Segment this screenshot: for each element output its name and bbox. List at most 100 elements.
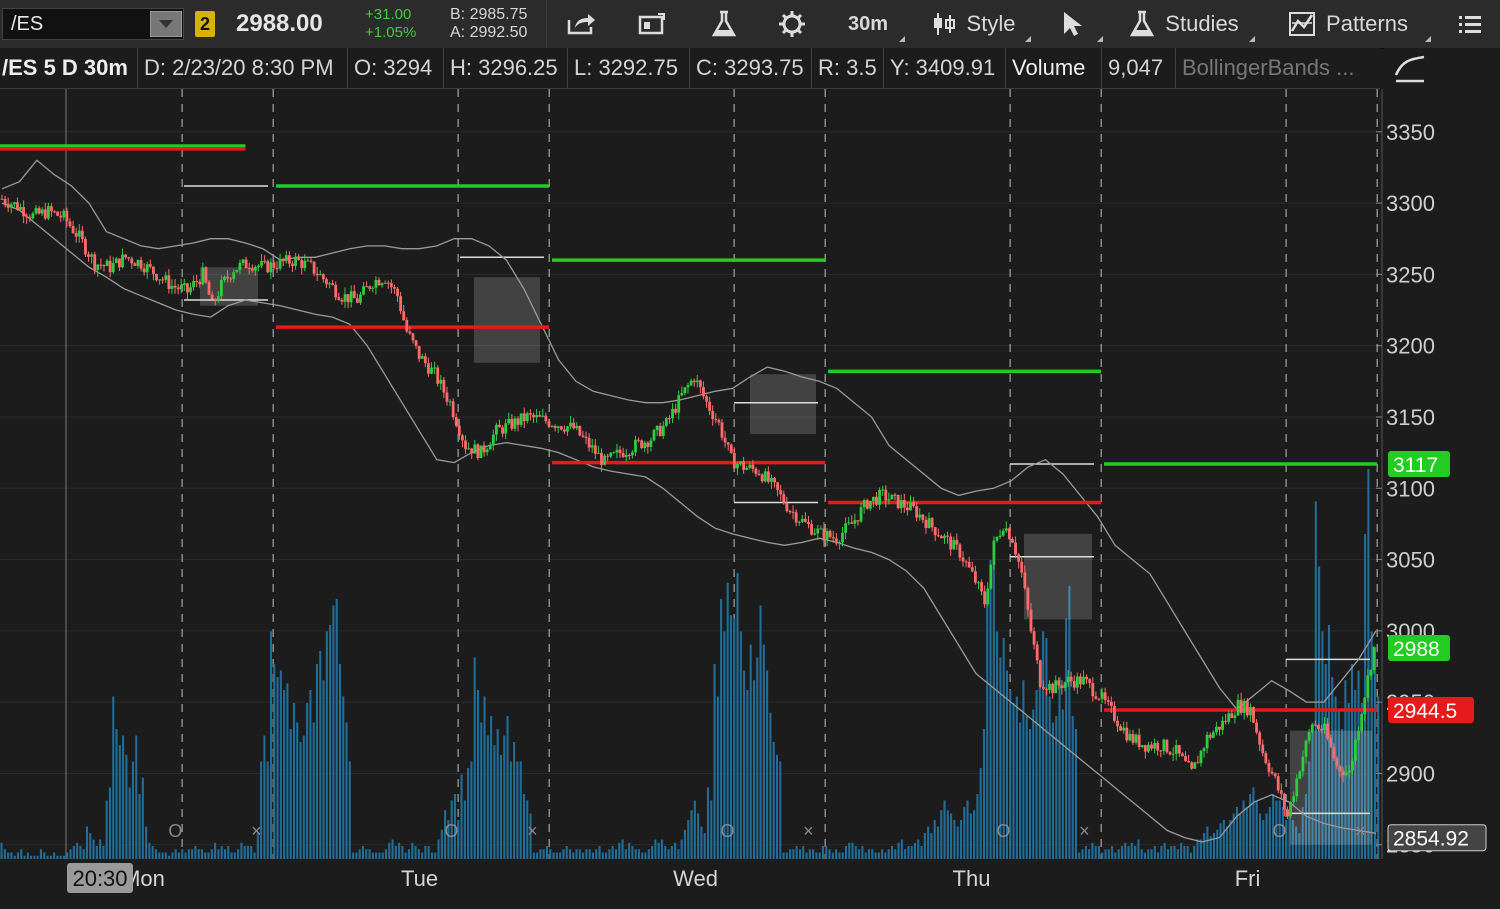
volume-bar (874, 852, 877, 859)
session-open-marker: O (720, 821, 734, 841)
volume-bar (621, 839, 624, 859)
volume-bar (578, 849, 581, 859)
volume-bar (575, 849, 578, 859)
session-close-marker: × (803, 821, 814, 841)
volume-bar (605, 852, 608, 859)
candle-body (671, 408, 674, 419)
volume-bar (798, 849, 802, 859)
candle-body (977, 582, 980, 584)
candle-body (306, 260, 310, 262)
candle-body (770, 477, 773, 482)
volume-bar (440, 829, 443, 859)
candle-body (776, 482, 780, 491)
price-badge-label: 2944.5 (1393, 700, 1457, 723)
candle-body (1060, 685, 1064, 689)
quote-button[interactable] (618, 0, 688, 48)
volume-bar (1104, 849, 1107, 859)
volume-bar (92, 839, 95, 859)
candle-body (504, 423, 508, 434)
candle-body (828, 530, 832, 538)
volume-bar (631, 846, 634, 859)
candle-body (807, 521, 810, 525)
candle-body (1273, 773, 1277, 777)
timeframe-button[interactable]: 30m (828, 0, 908, 48)
candle-body (461, 435, 464, 441)
studies-button[interactable]: Studies (1110, 0, 1258, 48)
price-chart[interactable]: O × O × O × O × O × 3350 3300 3250 3200 3150 3100 3050 3… (0, 89, 1500, 904)
flask-button[interactable] (692, 0, 756, 48)
volume-bar (1045, 638, 1048, 859)
candle-body (1134, 734, 1138, 743)
candle-body (359, 294, 362, 303)
candle-body (902, 500, 906, 508)
candle-body (695, 380, 699, 383)
volume-bar (637, 849, 641, 859)
candle-body (936, 535, 940, 537)
candle-body (838, 542, 841, 544)
link-badge[interactable]: 2 (195, 11, 215, 37)
volume-bar (1078, 852, 1081, 859)
candle-body (1072, 681, 1076, 688)
volume-bar (204, 852, 207, 859)
candle-body (1252, 707, 1255, 723)
candle-body (501, 427, 504, 434)
candle-body (1001, 530, 1005, 536)
share-button[interactable] (548, 0, 614, 48)
volume-bar (1097, 846, 1101, 859)
style-button[interactable]: Style (912, 0, 1034, 48)
volume-bar (959, 820, 963, 859)
candle-body (1347, 770, 1351, 773)
patterns-button[interactable]: Patterns (1262, 0, 1434, 48)
candle-body (1211, 732, 1215, 738)
candle-body (995, 536, 999, 541)
candle-body (983, 591, 987, 605)
cursor-icon (1064, 12, 1082, 36)
volume-bar (384, 849, 388, 859)
volume-bar (601, 852, 604, 859)
settings-button[interactable] (760, 0, 824, 48)
study-label[interactable]: BollingerBands ... (1176, 48, 1376, 88)
volume-bar (348, 761, 351, 859)
symbol-dropdown-button[interactable] (150, 11, 182, 37)
candle-body (1153, 742, 1157, 749)
x-tick-label: Thu (953, 866, 991, 891)
volume-bar (720, 599, 723, 859)
drawing-tools-icon[interactable] (1392, 51, 1428, 85)
volume-bar (1107, 849, 1110, 859)
volume-bar (1071, 716, 1074, 859)
timeframe-label: 30m (847, 12, 889, 35)
candle-body (84, 238, 87, 255)
volume-bar (128, 787, 131, 859)
menu-button[interactable] (1440, 0, 1500, 48)
cursor-button[interactable] (1038, 0, 1106, 48)
volume-label: Volume (1006, 48, 1102, 88)
volume-bar (1038, 664, 1041, 859)
session-open-marker: O (1272, 821, 1286, 841)
candle-body (575, 425, 579, 429)
candle-body (541, 415, 545, 417)
candle-body (915, 506, 919, 518)
candle-body (136, 260, 140, 266)
candle-body (1094, 696, 1098, 699)
candle-body (658, 425, 662, 436)
candle-body (732, 452, 736, 469)
volume-bar (884, 852, 887, 859)
volume-bar (1019, 722, 1022, 859)
volume-bar (13, 855, 16, 859)
volume-bar (476, 690, 480, 859)
candle-body (634, 439, 637, 453)
volume-bar (897, 842, 900, 859)
opening-range-box (1024, 533, 1092, 620)
volume-bar (414, 846, 417, 859)
volume-bar (831, 852, 834, 859)
candle-body (1215, 726, 1218, 733)
volume-bar (1088, 849, 1091, 859)
chart-area[interactable]: O × O × O × O × O × 3350 3300 3250 3200 3150 3100 3050 3… (0, 89, 1500, 904)
volume-bar (493, 745, 496, 859)
candle-body (253, 266, 257, 271)
volume-bar (519, 761, 522, 859)
volume-bar (660, 839, 664, 859)
volume-bar (1032, 709, 1035, 859)
candle-body (1202, 748, 1206, 751)
candle-body (448, 401, 452, 403)
